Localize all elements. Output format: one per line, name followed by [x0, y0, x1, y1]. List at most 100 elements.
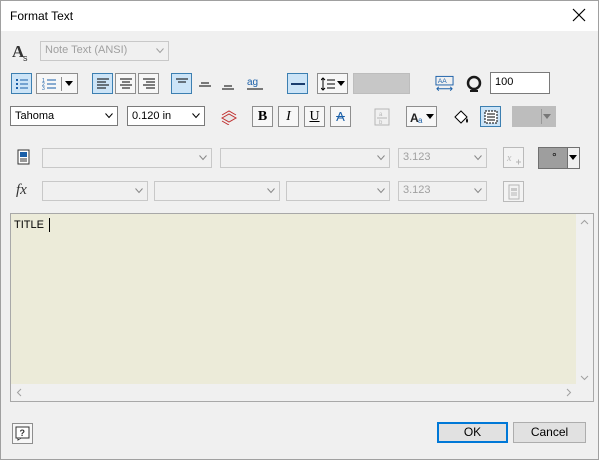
- chevron-down-icon: [64, 80, 73, 86]
- ok-button[interactable]: OK: [437, 422, 508, 443]
- line-weight-button[interactable]: [287, 73, 308, 94]
- precision-select[interactable]: 3.123: [398, 148, 487, 168]
- align-left-icon: [96, 78, 109, 88]
- scrollbar-corner: [576, 384, 593, 401]
- component-select[interactable]: [42, 148, 212, 168]
- fill-color-picker[interactable]: [512, 106, 556, 127]
- valign-top-icon: [175, 78, 188, 82]
- svg-text:ag: ag: [247, 77, 258, 88]
- width-scale-input[interactable]: 100: [490, 72, 550, 94]
- chevron-down-icon: [156, 48, 164, 54]
- chevron-down-icon: [135, 188, 143, 194]
- symbol-dropdown[interactable]: °: [538, 147, 580, 169]
- stack-text-icon: ag: [246, 77, 263, 89]
- bullets-button[interactable]: [11, 73, 32, 94]
- chevron-down-icon: [474, 155, 482, 161]
- scroll-right-icon: [566, 388, 572, 397]
- bullets-icon: [15, 78, 28, 89]
- valign-middle-button[interactable]: [194, 73, 215, 94]
- background-fill-button[interactable]: [480, 106, 501, 127]
- close-button[interactable]: [570, 6, 588, 24]
- insert-parameter-button[interactable]: x: [503, 147, 524, 168]
- strikethrough-button[interactable]: A: [330, 106, 351, 127]
- numbered-list-icon: 123: [42, 78, 56, 91]
- change-case-icon: Aa: [410, 111, 423, 125]
- fraction-button[interactable]: ab: [371, 106, 392, 127]
- align-center-icon: [119, 78, 132, 88]
- paint-bucket-icon: [453, 109, 468, 124]
- property-type-select[interactable]: [42, 181, 148, 201]
- chevron-down-icon: [192, 113, 200, 119]
- chevron-down-icon: [474, 188, 482, 194]
- line-spacing-value[interactable]: [353, 73, 410, 94]
- text-cursor: [49, 218, 50, 232]
- chevron-down-icon: [105, 113, 113, 119]
- valign-top-button[interactable]: [171, 73, 192, 94]
- line-weight-icon: [290, 82, 305, 85]
- line-spacing-icon: [320, 76, 335, 91]
- function-icon: fx: [16, 182, 27, 198]
- vertical-scrollbar[interactable]: [576, 214, 593, 386]
- chevron-down-icon: [377, 155, 385, 161]
- scroll-left-icon: [16, 388, 22, 397]
- text-style-select[interactable]: Note Text (ANSI): [40, 41, 169, 61]
- chevron-down-icon: [377, 188, 385, 194]
- chevron-down-icon: [569, 155, 577, 160]
- svg-text:a: a: [418, 116, 423, 125]
- help-button[interactable]: ?: [12, 423, 33, 444]
- help-icon: ?: [15, 426, 30, 441]
- text-editor[interactable]: TITLE: [10, 213, 594, 402]
- dialog-title: Format Text: [10, 9, 74, 23]
- chevron-down-icon: [426, 113, 434, 119]
- fraction-icon: ab: [374, 108, 389, 126]
- text-style-value: Note Text (ANSI): [45, 44, 128, 56]
- parameter-source-icon: [16, 149, 32, 165]
- stack-text-button[interactable]: ag: [244, 73, 265, 94]
- source-select[interactable]: [220, 148, 390, 168]
- align-left-button[interactable]: [92, 73, 113, 94]
- align-center-button[interactable]: [115, 73, 136, 94]
- numbering-dropdown[interactable]: 123: [36, 73, 78, 94]
- font-size-select[interactable]: 0.120 in: [127, 106, 205, 126]
- property-precision-value: 3.123: [403, 184, 431, 196]
- precision-value: 3.123: [403, 151, 431, 163]
- underline-button[interactable]: U: [304, 106, 325, 127]
- italic-icon: I: [286, 108, 291, 124]
- chevron-down-icon: [267, 188, 275, 194]
- property-select[interactable]: [154, 181, 280, 201]
- italic-button[interactable]: I: [278, 106, 299, 127]
- rotate-icon: [466, 75, 481, 92]
- valign-middle-icon: [198, 82, 211, 86]
- rotate-button[interactable]: [463, 73, 484, 94]
- units-select[interactable]: [286, 181, 390, 201]
- strikethrough-icon: A: [336, 109, 345, 124]
- underline-icon: U: [309, 108, 320, 124]
- text-fit-button[interactable]: AA: [434, 73, 455, 94]
- bold-button[interactable]: B: [252, 106, 273, 127]
- font-select[interactable]: Tahoma: [10, 106, 118, 126]
- width-scale-value: 100: [495, 76, 514, 88]
- case-dropdown[interactable]: Aa: [406, 106, 437, 127]
- text-style-icon: As: [11, 42, 29, 63]
- valign-bottom-button[interactable]: [217, 73, 238, 94]
- svg-text:3: 3: [42, 86, 45, 91]
- cancel-button[interactable]: Cancel: [513, 422, 586, 443]
- svg-text:?: ?: [20, 428, 26, 438]
- valign-bottom-icon: [221, 85, 234, 89]
- format-text-dialog: Format Text As Note Text (ANSI) 123 ag A…: [0, 0, 599, 460]
- svg-text:x: x: [506, 153, 512, 164]
- editor-text: TITLE: [14, 219, 44, 231]
- horizontal-scrollbar[interactable]: [11, 384, 577, 401]
- font-size-value: 0.120 in: [132, 110, 172, 122]
- property-precision-select[interactable]: 3.123: [398, 181, 487, 201]
- add-property-button[interactable]: [503, 181, 524, 202]
- align-right-button[interactable]: [138, 73, 159, 94]
- chevron-down-icon: [199, 155, 207, 161]
- close-icon: [572, 8, 586, 22]
- highlight-button[interactable]: [218, 106, 239, 127]
- chevron-down-icon: [543, 114, 551, 119]
- insert-parameter-icon: x: [506, 153, 521, 164]
- line-spacing-dropdown[interactable]: [317, 73, 348, 94]
- fill-button[interactable]: [450, 106, 471, 127]
- text-box-icon: [484, 110, 497, 123]
